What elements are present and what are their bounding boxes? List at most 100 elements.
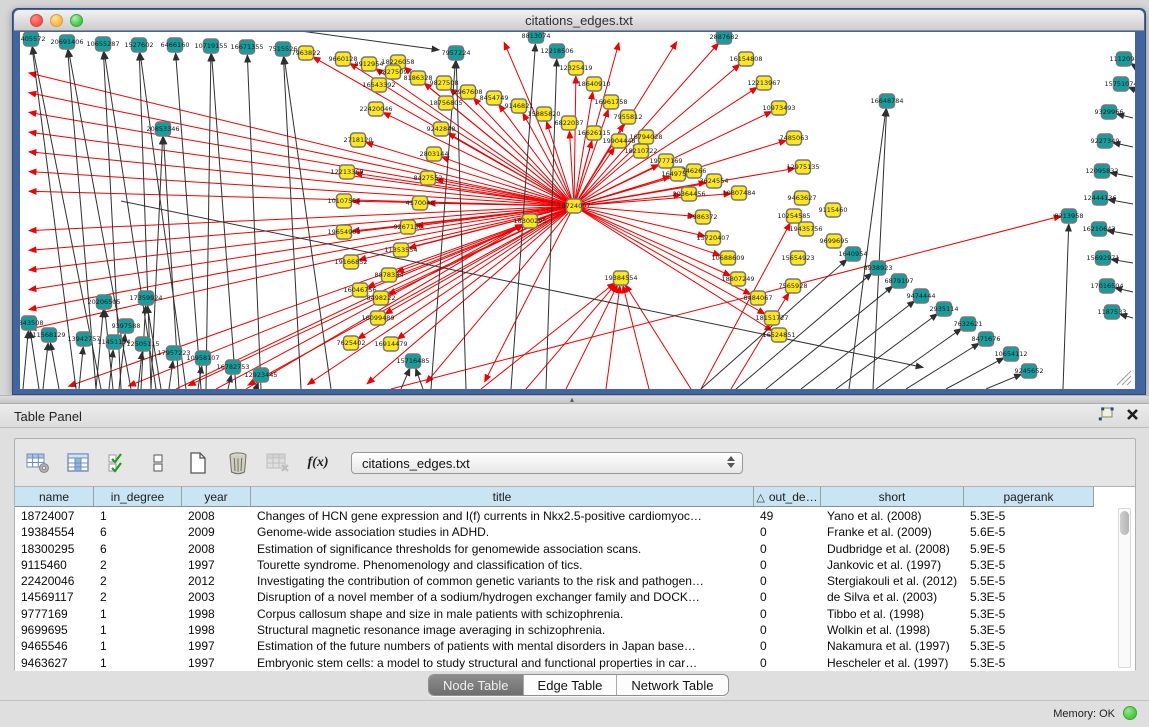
- table-cell[interactable]: 1998: [182, 606, 251, 622]
- network-edge[interactable]: [366, 142, 574, 206]
- table-cell[interactable]: 0: [754, 638, 821, 654]
- network-edge[interactable]: [836, 314, 938, 389]
- table-cell[interactable]: 2: [94, 557, 182, 573]
- table-cell[interactable]: Disruption of a novel member of a sodium…: [251, 589, 754, 605]
- table-cell[interactable]: 5.3E-5: [964, 622, 1094, 638]
- table-cell[interactable]: 1997: [182, 638, 251, 654]
- table-row[interactable]: 946554611997Estimation of the future num…: [15, 638, 1135, 654]
- table-cell[interactable]: 0: [754, 589, 821, 605]
- table-cell[interactable]: Embryonic stem cells: a model to study s…: [251, 655, 754, 671]
- table-cell[interactable]: 2009: [182, 524, 251, 540]
- table-cell[interactable]: 2003: [182, 589, 251, 605]
- table-cell[interactable]: 5.5E-5: [964, 573, 1094, 589]
- delete-attribute-icon[interactable]: [225, 451, 251, 475]
- table-row[interactable]: 977716911998Corpus callosum shape and si…: [15, 606, 1135, 622]
- table-row[interactable]: 946362711997Embryonic stem cells: a mode…: [15, 655, 1135, 671]
- scrollbar-thumb[interactable]: [1120, 511, 1129, 535]
- network-edge[interactable]: [30, 331, 39, 389]
- network-edge[interactable]: [574, 206, 705, 236]
- network-edge[interactable]: [43, 343, 48, 389]
- split-pane-divider[interactable]: ▴: [0, 395, 1149, 404]
- table-cell[interactable]: 0: [754, 655, 821, 671]
- table-source-dropdown[interactable]: citations_edges.txt: [351, 452, 743, 474]
- table-cell[interactable]: 14569117: [15, 589, 94, 605]
- network-edge[interactable]: [23, 331, 28, 389]
- tab-edge-table[interactable]: Edge Table: [524, 675, 618, 695]
- network-edge[interactable]: [986, 374, 1022, 389]
- table-cell[interactable]: 5.3E-5: [964, 508, 1094, 524]
- network-edge[interactable]: [96, 310, 103, 389]
- network-edge[interactable]: [29, 206, 574, 310]
- table-row[interactable]: 1872400712008Changes of HCN gene express…: [15, 508, 1135, 524]
- network-edge[interactable]: [574, 76, 576, 206]
- column-header-short[interactable]: short: [821, 487, 964, 506]
- table-cell[interactable]: Wolkin et al. (1998): [821, 622, 964, 638]
- network-edge[interactable]: [79, 347, 83, 389]
- table-cell[interactable]: 1997: [182, 655, 251, 671]
- table-cell[interactable]: 5.9E-5: [964, 541, 1094, 557]
- table-cell[interactable]: 2012: [182, 573, 251, 589]
- network-edge[interactable]: [256, 383, 258, 389]
- close-panel-icon[interactable]: [1126, 408, 1139, 426]
- divider-collapse-handle[interactable]: ▴: [570, 396, 574, 404]
- table-cell[interactable]: 2: [94, 573, 182, 589]
- table-cell[interactable]: Estimation of significance thresholds fo…: [251, 541, 754, 557]
- table-cell[interactable]: 6: [94, 524, 182, 540]
- table-vertical-scrollbar[interactable]: [1118, 508, 1131, 668]
- table-cell[interactable]: Investigating the contribution of common…: [251, 573, 754, 589]
- table-cell[interactable]: 0: [754, 524, 821, 540]
- select-attributes-icon[interactable]: [105, 451, 131, 475]
- table-cell[interactable]: 9465546: [15, 638, 94, 654]
- table-cell[interactable]: 1: [94, 606, 182, 622]
- table-cell[interactable]: Changes of HCN gene expression and I(f) …: [251, 508, 754, 524]
- table-cell[interactable]: 5.3E-5: [964, 638, 1094, 654]
- table-row[interactable]: 1456911722003Disruption of a novel membe…: [15, 589, 1135, 605]
- network-edge[interactable]: [946, 358, 1004, 389]
- network-edge[interactable]: [456, 61, 466, 389]
- network-edge[interactable]: [625, 285, 691, 389]
- network-canvas[interactable]: 1872400724055722069140610655287152760264…: [20, 32, 1135, 389]
- table-cell[interactable]: 5.3E-5: [964, 606, 1094, 622]
- table-cell[interactable]: 1997: [182, 557, 251, 573]
- column-header-out-degree[interactable]: △out_de…: [754, 487, 821, 506]
- table-cell[interactable]: Estimation of the future numbers of pati…: [251, 638, 754, 654]
- network-edge[interactable]: [485, 206, 574, 382]
- tab-node-table[interactable]: Node Table: [429, 675, 524, 695]
- column-header-title[interactable]: title: [251, 487, 754, 506]
- table-cell[interactable]: 0: [754, 606, 821, 622]
- table-cell[interactable]: Dudbridge et al. (2008): [821, 541, 964, 557]
- table-cell[interactable]: Tourette syndrome. Phenomenology and cla…: [251, 557, 754, 573]
- network-edge[interactable]: [574, 43, 719, 206]
- table-cell[interactable]: 5.6E-5: [964, 524, 1094, 540]
- column-header-year[interactable]: year: [182, 487, 251, 506]
- network-edge[interactable]: [574, 194, 731, 206]
- canvas-resize-grip[interactable]: [1117, 371, 1131, 385]
- new-attribute-icon[interactable]: [185, 451, 211, 475]
- window-titlebar[interactable]: citations_edges.txt: [14, 10, 1144, 31]
- table-row[interactable]: 969969511998Structural magnetic resonanc…: [15, 622, 1135, 638]
- network-edge[interactable]: [401, 368, 410, 389]
- row-height-icon[interactable]: [145, 451, 171, 475]
- table-cell[interactable]: 9699695: [15, 622, 94, 638]
- show-columns-icon[interactable]: [65, 451, 91, 475]
- network-edge[interactable]: [1063, 224, 1069, 389]
- table-cell[interactable]: 0: [754, 573, 821, 589]
- network-edge[interactable]: [247, 55, 261, 389]
- table-cell[interactable]: Nakamura et al. (1997): [821, 638, 964, 654]
- table-cell[interactable]: 18724007: [15, 508, 94, 524]
- table-cell[interactable]: 1: [94, 655, 182, 671]
- network-edge[interactable]: [283, 57, 301, 389]
- column-header-name[interactable]: name: [15, 487, 94, 506]
- table-cell[interactable]: 1998: [182, 622, 251, 638]
- table-cell[interactable]: Genome-wide association studies in ADHD.: [251, 524, 754, 540]
- table-cell[interactable]: 0: [754, 541, 821, 557]
- network-edge[interactable]: [216, 225, 523, 389]
- table-cell[interactable]: 9463627: [15, 655, 94, 671]
- table-cell[interactable]: 2008: [182, 541, 251, 557]
- table-row[interactable]: 1830029562008Estimation of significance …: [15, 541, 1135, 557]
- table-cell[interactable]: Stergiakouli et al. (2012): [821, 573, 964, 589]
- table-cell[interactable]: 2008: [182, 508, 251, 524]
- network-edge[interactable]: [284, 57, 331, 389]
- network-edge[interactable]: [169, 361, 173, 389]
- table-cell[interactable]: 9777169: [15, 606, 94, 622]
